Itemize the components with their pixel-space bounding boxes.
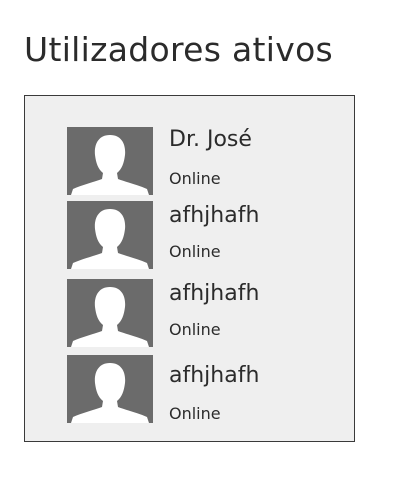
page-title: Utilizadores ativos	[24, 30, 334, 69]
user-status: Online	[169, 242, 221, 261]
user-status: Online	[169, 404, 221, 423]
user-list-item[interactable]: afhjhafh Online	[67, 201, 347, 271]
person-silhouette-icon	[67, 279, 153, 347]
active-users-panel: Dr. José Online afhjhafh Online afhjhafh…	[24, 95, 355, 442]
user-status: Online	[169, 320, 221, 339]
person-silhouette-icon	[67, 201, 153, 269]
user-name: afhjhafh	[169, 281, 260, 306]
user-list-item[interactable]: Dr. José Online	[67, 127, 347, 197]
user-name: afhjhafh	[169, 363, 260, 388]
person-silhouette-icon	[67, 355, 153, 423]
user-list-item[interactable]: afhjhafh Online	[67, 279, 347, 349]
user-list-item[interactable]: afhjhafh Online	[67, 355, 347, 425]
user-status: Online	[169, 169, 221, 188]
person-silhouette-icon	[67, 127, 153, 195]
user-name: afhjhafh	[169, 203, 260, 228]
user-name: Dr. José	[169, 127, 252, 152]
